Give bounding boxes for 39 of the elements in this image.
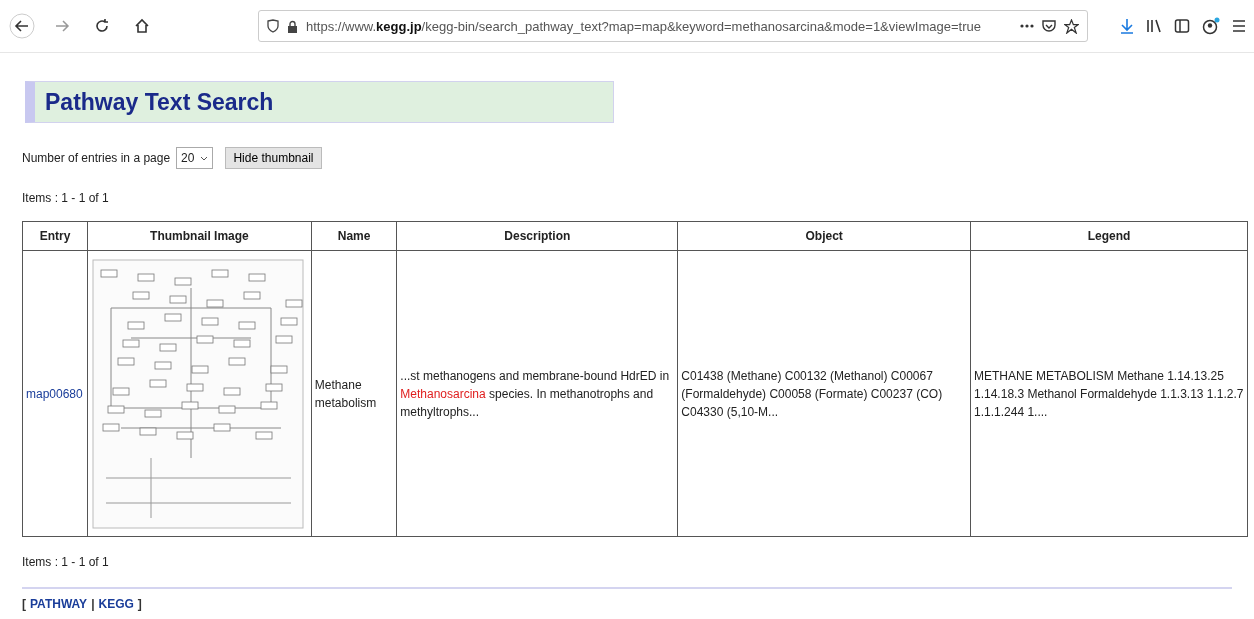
column-header: Object bbox=[677, 221, 971, 251]
bracket-text: [ bbox=[22, 597, 26, 611]
menu-icon[interactable] bbox=[1232, 19, 1246, 33]
library-icon[interactable] bbox=[1146, 18, 1162, 34]
address-bar[interactable]: https://www.kegg.jp/kegg-bin/search_pathway_text?map=map&keyword=methanosarcina&mode=1&viewImage=true bbox=[258, 10, 1088, 42]
lock-icon bbox=[287, 19, 298, 33]
items-count: Items : 1 - 1 of 1 bbox=[22, 555, 110, 569]
column-header: Description bbox=[396, 221, 678, 251]
column-header: Legend bbox=[970, 221, 1248, 251]
entry-link[interactable]: map00680 bbox=[26, 386, 83, 401]
star-icon[interactable] bbox=[1064, 18, 1079, 34]
hide-thumbnail-button[interactable]: Hide thumbnail bbox=[225, 147, 322, 169]
footer-link[interactable]: KEGG bbox=[98, 597, 134, 611]
reload-icon bbox=[94, 18, 110, 34]
page-title: Pathway Text Search bbox=[45, 88, 274, 116]
shield-icon bbox=[267, 19, 279, 33]
entries-select[interactable]: 20 bbox=[176, 147, 214, 169]
url-text: https://www.kegg.jp/kegg-bin/search_pathway_text?map=map&keyword=methanosarcina&mode=1&viewImage=true bbox=[306, 18, 982, 34]
caret-icon bbox=[200, 155, 209, 161]
home-icon bbox=[134, 18, 150, 34]
table-cell: C01438 (Methane) C00132 (Methanol) C00067 (Formaldehyde) C00058 (Formate) C00237 (CO) C04330 (5,10-M... bbox=[677, 250, 971, 537]
sidebar-icon[interactable] bbox=[1174, 18, 1190, 34]
column-header: Thumbnail Image bbox=[87, 221, 312, 251]
entries-label: Number of entries in a page bbox=[22, 151, 171, 165]
table-cell: METHANE METABOLISM Methane 1.14.13.25 1.14.18.3 Methanol Formaldehyde 1.1.3.13 1.1.2.7 1.1.1.244 1.... bbox=[970, 250, 1248, 537]
bracket-text: ] bbox=[137, 597, 142, 611]
back-button[interactable] bbox=[8, 12, 36, 40]
account-icon[interactable] bbox=[1202, 17, 1220, 35]
column-header: Entry bbox=[22, 221, 88, 251]
separator-text: | bbox=[91, 597, 95, 611]
more-icon[interactable] bbox=[1020, 24, 1034, 28]
pocket-icon[interactable] bbox=[1042, 19, 1056, 33]
download-icon[interactable] bbox=[1120, 18, 1134, 34]
column-header: Name bbox=[311, 221, 397, 251]
forward-arrow-icon bbox=[54, 18, 70, 34]
footer-link[interactable]: PATHWAY bbox=[30, 597, 88, 611]
table-cell: Methane metabolism bbox=[311, 250, 397, 537]
items-count: Items : 1 - 1 of 1 bbox=[22, 191, 110, 205]
table-cell: ...st methanogens and membrane-bound HdrED in Methanosarcina species. In methanotrophs and methyltrophs... bbox=[396, 250, 678, 537]
